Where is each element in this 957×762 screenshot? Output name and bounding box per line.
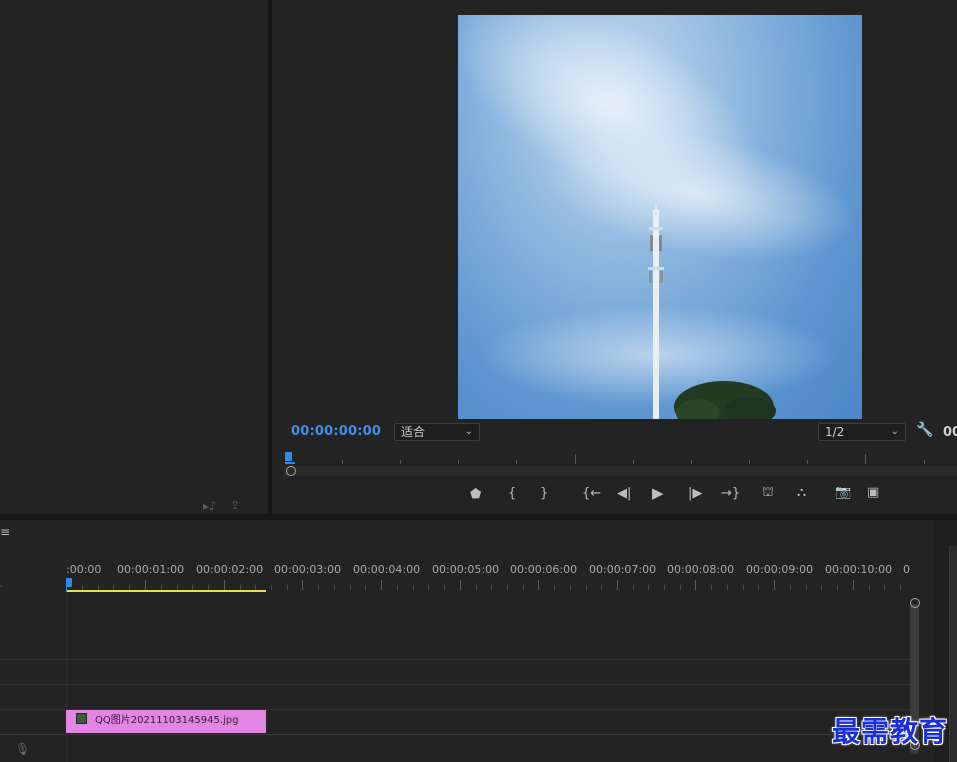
ruler-label: 00:00:09:00 [746, 563, 814, 576]
add-marker-icon[interactable]: ⬟ [470, 488, 481, 502]
ruler-label: 00:00:07:00 [589, 563, 657, 576]
export-icon[interactable]: ⇪ [230, 499, 240, 511]
track-indicator: · [0, 582, 3, 591]
lift-icon[interactable]: ⛫ [762, 486, 774, 500]
clip-name: QQ图片20211103145945.jpg [95, 715, 239, 726]
resolution-dropdown[interactable]: 1/2 ⌄ [818, 423, 906, 441]
watermark-text: 最需教育 [832, 715, 949, 748]
track-header-column [0, 592, 67, 762]
zoom-fit-dropdown[interactable]: 适合 ⌄ [394, 423, 480, 441]
monitor-playhead[interactable] [285, 452, 292, 461]
playhead-timecode[interactable]: 00:00:00:00 [291, 424, 381, 439]
compare-view-icon[interactable]: ▣ [867, 486, 879, 500]
program-preview-image [458, 15, 862, 419]
microphone-icon[interactable]: 🎙 [15, 742, 30, 756]
ruler-label: :00:00 [66, 563, 102, 576]
ruler-label: 00:00:03:00 [274, 563, 342, 576]
play-icon[interactable]: ▶ [652, 486, 664, 501]
monitor-time-ruler[interactable] [284, 452, 957, 478]
export-frame-camera-icon[interactable]: 📷 [835, 486, 851, 500]
ruler-label: 00:00:08:00 [667, 563, 735, 576]
tower-image [648, 205, 776, 419]
go-to-out-icon[interactable]: →} [721, 487, 740, 501]
step-forward-icon[interactable]: |▶ [688, 487, 702, 501]
source-panel: ▸♪ ⇪ [0, 0, 268, 514]
track-divider [0, 684, 910, 685]
step-back-icon[interactable]: ◀| [617, 487, 631, 501]
monitor-scrollbar-track[interactable] [284, 466, 957, 476]
ruler-label: 00:00:05:00 [432, 563, 500, 576]
insert-icon[interactable]: ▸♪ [203, 500, 217, 512]
resolution-value: 1/2 [825, 425, 845, 439]
track-divider [0, 659, 910, 660]
ruler-label: 00:00:06:00 [510, 563, 578, 576]
timeline-panel: ≡ · :00:00 00:00:01:00 00:00:02:00 00:00… [0, 520, 935, 762]
extract-icon[interactable]: ⛬ [797, 486, 806, 500]
ruler-label: 00:00:01:00 [117, 563, 185, 576]
work-area-bar[interactable] [66, 590, 266, 592]
track-divider [0, 734, 910, 735]
mark-in-icon[interactable]: { [508, 487, 516, 501]
zoom-fit-value: 适合 [401, 425, 426, 439]
ruler-label: 00:00:04:00 [353, 563, 421, 576]
mark-out-icon[interactable]: } [540, 487, 548, 501]
wrench-icon[interactable]: 🔧 [916, 423, 933, 437]
zoom-handle-left[interactable] [286, 466, 296, 476]
image-clip-icon [76, 713, 87, 724]
chevron-down-icon: ⌄ [464, 426, 473, 437]
chevron-down-icon: ⌄ [890, 426, 899, 437]
ruler-label: 0 [903, 563, 910, 576]
ruler-label: 00:00:10:00 [825, 563, 893, 576]
ruler-label: 00:00:02:00 [196, 563, 264, 576]
go-to-in-icon[interactable]: {← [582, 487, 601, 501]
scroll-handle-top[interactable] [910, 598, 920, 608]
timeline-clip[interactable]: QQ图片20211103145945.jpg [66, 710, 266, 733]
duration-timecode-partial: 00 [943, 425, 957, 440]
panel-menu-icon[interactable]: ≡ [0, 525, 10, 539]
